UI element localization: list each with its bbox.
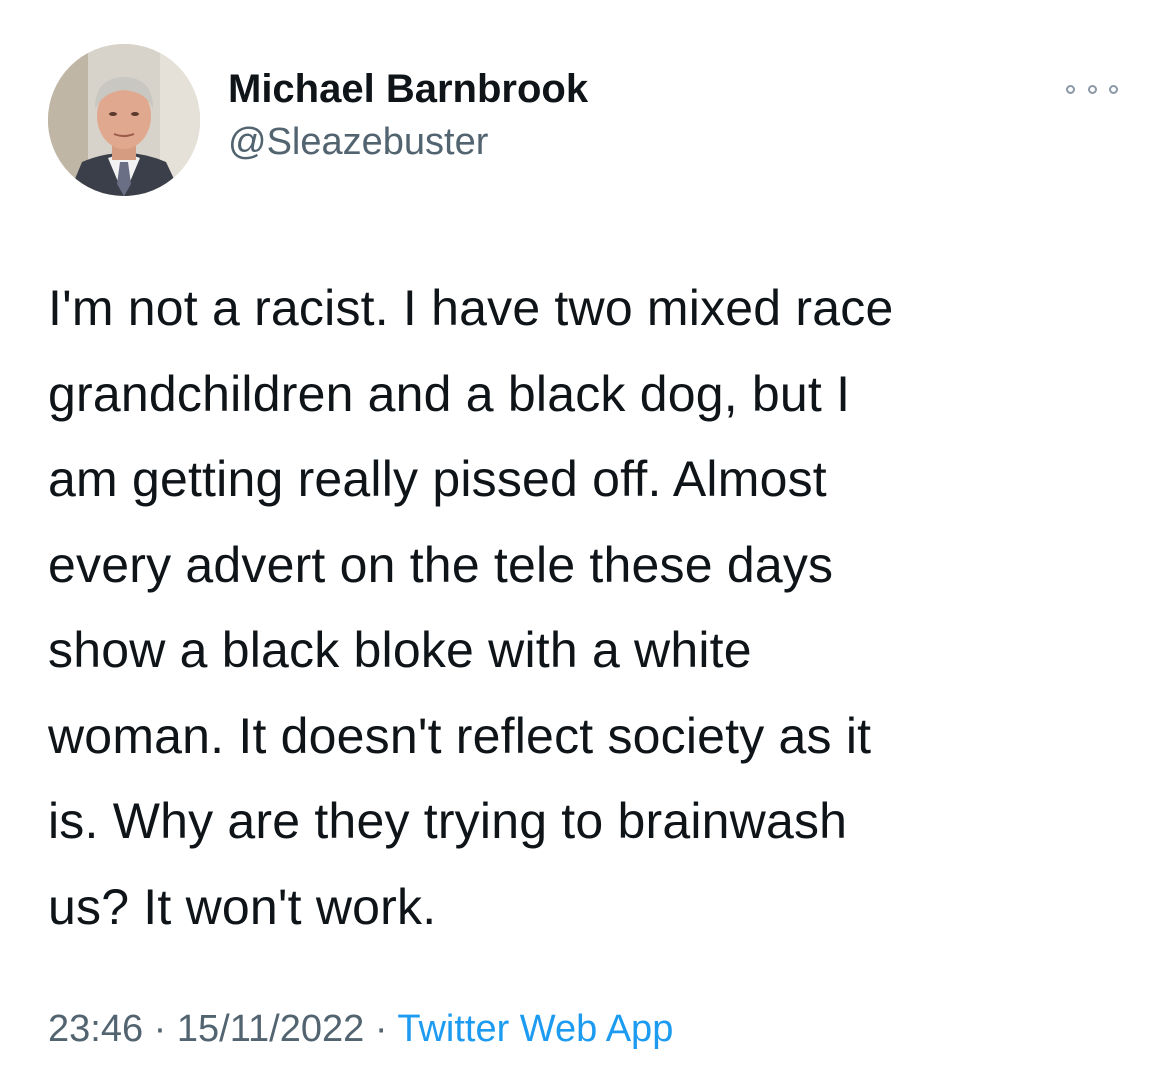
author-handle[interactable]: @Sleazebuster xyxy=(228,120,488,164)
tweet-text-line: woman. It doesn't reflect society as it xyxy=(48,707,872,764)
tweet-text-line: is. Why are they trying to brainwash xyxy=(48,793,848,849)
tweet-text-line: am getting really pissed off. Almost xyxy=(48,451,827,507)
more-dot xyxy=(1066,84,1075,94)
avatar[interactable] xyxy=(48,44,200,196)
tweet-card: Michael Barnbrook @Sleazebuster I'm not … xyxy=(0,0,1170,1078)
tweet-date[interactable]: 15/11/2022 xyxy=(177,1008,364,1050)
tweet-metadata: 23:46 · 15/11/2022 · Twitter Web App xyxy=(48,1004,673,1054)
separator-dot: · xyxy=(374,1008,388,1050)
tweet-time[interactable]: 23:46 xyxy=(48,1008,143,1050)
tweet-source-link[interactable]: Twitter Web App xyxy=(397,1008,673,1050)
tweet-text-line: show a black bloke with a white xyxy=(48,622,752,678)
tweet-text: I'm not a racist. I have two mixed race … xyxy=(48,266,1128,950)
avatar-photo xyxy=(48,44,200,196)
separator-dot: · xyxy=(153,1008,167,1050)
tweet-text-line: every advert on the tele these days xyxy=(48,536,834,593)
tweet-text-line: us? It won't work. xyxy=(48,878,437,935)
more-horizontal-icon[interactable] xyxy=(1066,78,1118,100)
more-dot xyxy=(1109,84,1118,94)
more-dot xyxy=(1087,84,1097,94)
tweet-text-line: I'm not a racist. I have two mixed race xyxy=(48,280,894,336)
tweet-text-line: grandchildren and a black dog, but I xyxy=(48,365,851,422)
author-display-name[interactable]: Michael Barnbrook xyxy=(228,66,588,112)
